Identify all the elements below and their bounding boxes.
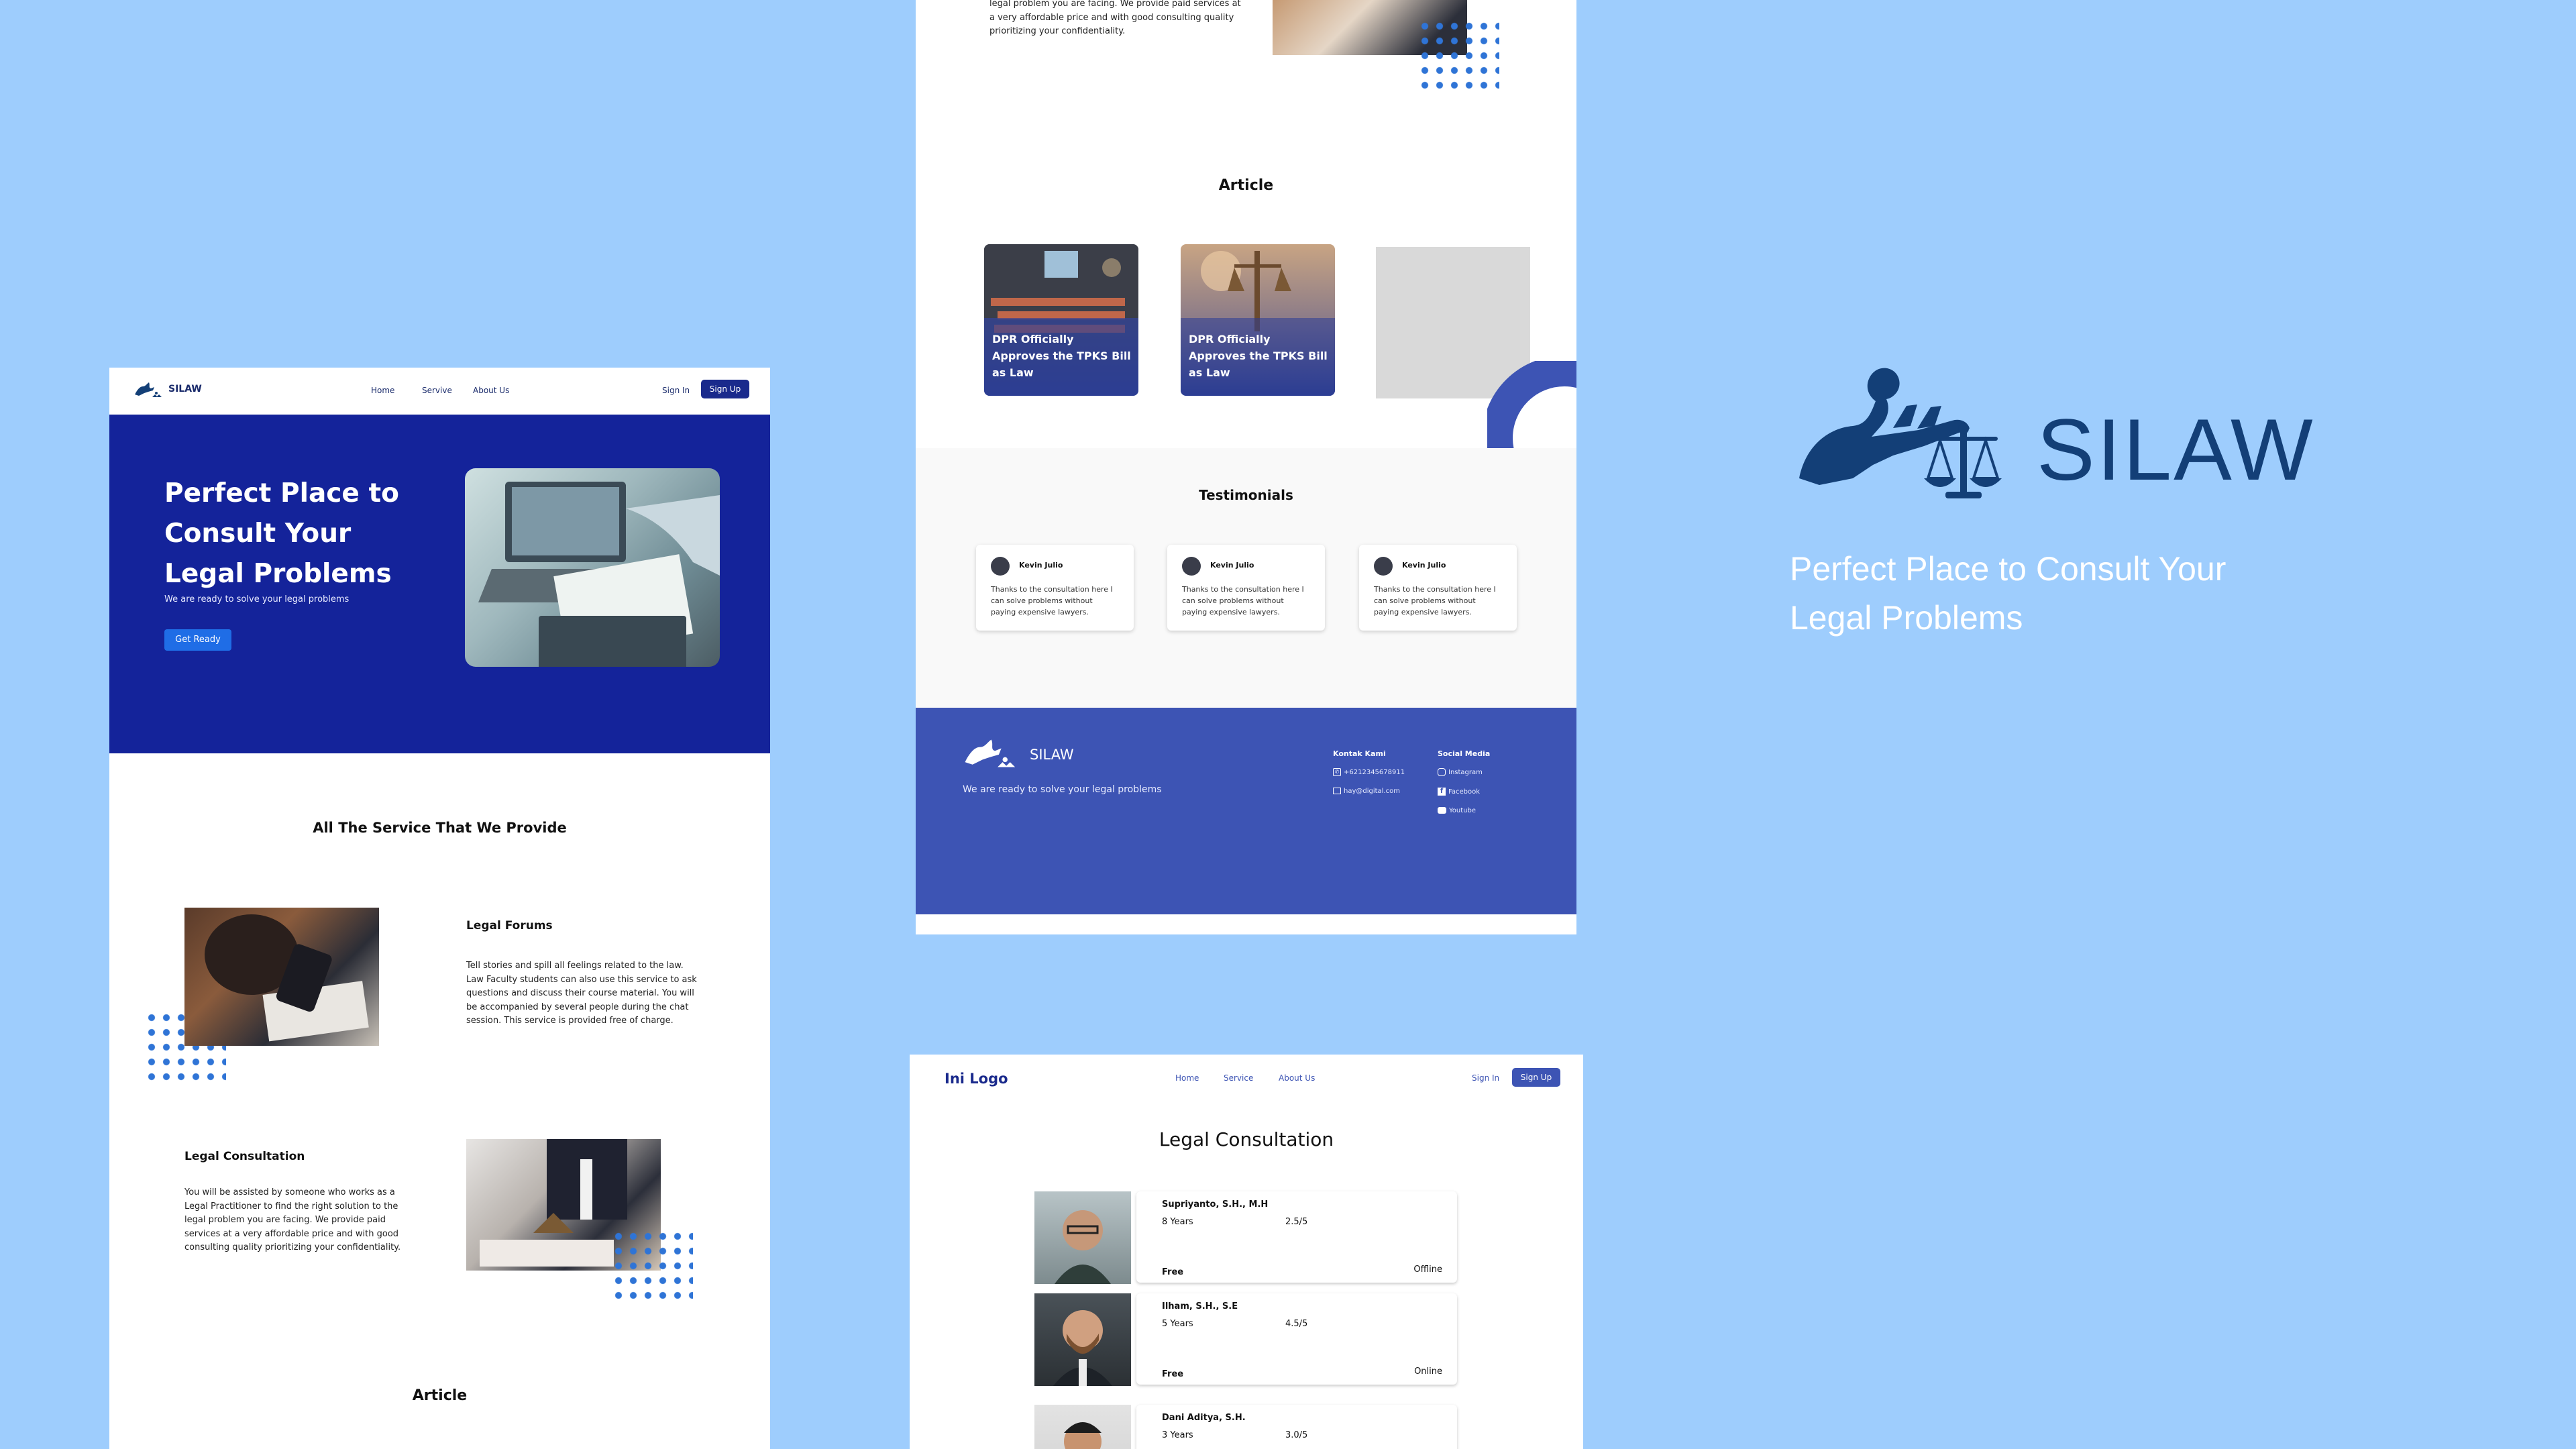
- lawyer-card: Dani Aditya, S.H. 3 Years 3.0/5: [1136, 1405, 1457, 1449]
- logo-text[interactable]: Ini Logo: [945, 1071, 1008, 1087]
- lawyer-photo: [1034, 1293, 1131, 1386]
- instagram-icon: [1438, 768, 1446, 776]
- lawyer-price: Free: [1162, 1267, 1184, 1277]
- sign-up-button[interactable]: Sign Up: [701, 380, 749, 398]
- phone-icon: ✆: [1333, 768, 1341, 776]
- lawyer-card: Ilham, S.H., S.E 5 Years 4.5/5 Free Onli…: [1136, 1293, 1457, 1385]
- phone-item: ✆ +6212345678911: [1333, 768, 1405, 776]
- site-footer: SILAW We are ready to solve your legal p…: [916, 708, 1576, 914]
- lawyer-card: Supriyanto, S.H., M.H 8 Years 2.5/5 Free…: [1136, 1191, 1457, 1283]
- article-caption: DPR Officially Approves the TPKS Bill as…: [992, 333, 1131, 379]
- contact-title: Kontak Kami: [1333, 749, 1386, 758]
- testimonial-text: Thanks to the consultation here I can so…: [1182, 585, 1304, 616]
- brand-name: SILAW: [2037, 400, 2315, 498]
- legal-consultation-mockup: Ini Logo Home Service About Us Sign In S…: [910, 1055, 1583, 1449]
- email-item: hay@digital.com: [1333, 788, 1400, 795]
- testimonials-title: Testimonials: [1199, 487, 1293, 503]
- lawyer-photo: [1034, 1405, 1131, 1449]
- lawyer-experience: 8 Years: [1162, 1217, 1193, 1227]
- hero-title: Perfect Place to Consult Your Legal Prob…: [164, 478, 399, 589]
- nav-home[interactable]: Home: [371, 386, 394, 395]
- hero-laptop-photo: [465, 468, 720, 667]
- lawyer-name: Dani Aditya, S.H.: [1162, 1413, 1246, 1423]
- lawyer-row[interactable]: Dani Aditya, S.H. 3 Years 3.0/5: [1034, 1405, 1457, 1449]
- silaw-brand-logo-icon: [1799, 368, 2002, 498]
- testimonial-text: Thanks to the consultation here I can so…: [1374, 585, 1496, 616]
- brand-tagline: Perfect Place to Consult Your Legal Prob…: [1790, 550, 2226, 637]
- lawyer-experience: 5 Years: [1162, 1319, 1193, 1329]
- lawyer-rating: 3.0/5: [1285, 1430, 1308, 1440]
- social-youtube[interactable]: Youtube: [1438, 807, 1476, 814]
- testimonials-section: Testimonials Kevin Julio Thanks to the c…: [916, 448, 1576, 708]
- avatar: [1374, 557, 1393, 576]
- social-facebook[interactable]: f Facebook: [1438, 788, 1480, 796]
- facebook-icon: f: [1438, 788, 1446, 796]
- silaw-logo-icon: [135, 382, 162, 397]
- article-section-title: Article: [1218, 177, 1274, 194]
- decorative-dots: [611, 1229, 693, 1303]
- legal-consultation-title: Legal Consultation: [184, 1150, 305, 1163]
- testimonial-name: Kevin Julio: [1019, 561, 1063, 570]
- services-section-title: All The Service That We Provide: [313, 820, 567, 836]
- testimonial-name: Kevin Julio: [1210, 561, 1254, 570]
- nav-service[interactable]: Service: [1224, 1073, 1253, 1083]
- sign-in-link[interactable]: Sign In: [662, 386, 690, 395]
- testimonial-card: Kevin Julio Thanks to the consultation h…: [1167, 545, 1325, 631]
- logo-text[interactable]: SILAW: [168, 384, 202, 394]
- article-card[interactable]: DPR Officially Approves the TPKS Bill as…: [1181, 244, 1335, 396]
- youtube-icon: [1438, 807, 1446, 814]
- legal-forums-text: Tell stories and spill all feelings rela…: [466, 961, 697, 1026]
- sign-up-button[interactable]: Sign Up: [1512, 1068, 1560, 1087]
- lawyer-row[interactable]: Supriyanto, S.H., M.H 8 Years 2.5/5 Free…: [1034, 1191, 1457, 1284]
- article-caption: DPR Officially Approves the TPKS Bill as…: [1189, 333, 1328, 379]
- hero-subtitle: We are ready to solve your legal problem…: [164, 594, 350, 604]
- footer-tagline: We are ready to solve your legal problem…: [963, 784, 1162, 795]
- lawyer-rating: 2.5/5: [1285, 1217, 1308, 1227]
- footer-logo-text: SILAW: [1030, 747, 1074, 763]
- nav-about-us[interactable]: About Us: [473, 386, 509, 395]
- lawyer-photo: [1034, 1191, 1131, 1284]
- lawyer-status: Offline: [1413, 1265, 1442, 1275]
- avatar: [1182, 557, 1201, 576]
- testimonial-card: Kevin Julio Thanks to the consultation h…: [976, 545, 1134, 631]
- lawyer-rating: 4.5/5: [1285, 1319, 1308, 1329]
- consultation-text-tail: legal problem you are facing. We provide…: [989, 0, 1241, 36]
- nav-service[interactable]: Servive: [422, 386, 452, 395]
- landing-lower-mockup: legal problem you are facing. We provide…: [916, 0, 1576, 934]
- article-card[interactable]: DPR Officially Approves the TPKS Bill as…: [984, 244, 1138, 396]
- social-instagram[interactable]: Instagram: [1438, 768, 1483, 776]
- home-navbar: SILAW Home Servive About Us Sign In Sign…: [109, 368, 770, 415]
- page-title: Legal Consultation: [1159, 1128, 1334, 1150]
- silaw-logo-icon: [965, 739, 1016, 767]
- hero-section: Perfect Place to Consult Your Legal Prob…: [109, 415, 770, 753]
- lawyer-name: Supriyanto, S.H., M.H: [1162, 1199, 1269, 1210]
- get-ready-button[interactable]: Get Ready: [164, 629, 231, 651]
- decorative-dots: [1417, 19, 1499, 93]
- nav-about-us[interactable]: About Us: [1279, 1073, 1315, 1083]
- testimonial-name: Kevin Julio: [1402, 561, 1446, 570]
- testimonial-text: Thanks to the consultation here I can so…: [991, 585, 1113, 616]
- lawyer-row[interactable]: Ilham, S.H., S.E 5 Years 4.5/5 Free Onli…: [1034, 1293, 1457, 1386]
- mail-icon: [1333, 788, 1341, 794]
- lawyer-experience: 3 Years: [1162, 1430, 1193, 1440]
- avatar: [991, 557, 1010, 576]
- legal-forums-photo: [184, 908, 379, 1046]
- lawyer-price: Free: [1162, 1369, 1184, 1379]
- lawyer-status: Online: [1414, 1366, 1442, 1377]
- social-media-title: Social Media: [1438, 749, 1491, 758]
- legal-consultation-text: You will be assisted by someone who work…: [184, 1187, 401, 1252]
- lawyer-name: Ilham, S.H., S.E: [1162, 1301, 1238, 1311]
- sign-in-link[interactable]: Sign In: [1472, 1073, 1499, 1083]
- legal-forums-title: Legal Forums: [466, 919, 553, 932]
- testimonial-card: Kevin Julio Thanks to the consultation h…: [1359, 545, 1517, 631]
- home-page-mockup: SILAW Home Servive About Us Sign In Sign…: [109, 368, 770, 1449]
- article-section-title: Article: [412, 1387, 468, 1404]
- decorative-ring: [1487, 361, 1576, 448]
- nav-home[interactable]: Home: [1175, 1073, 1199, 1083]
